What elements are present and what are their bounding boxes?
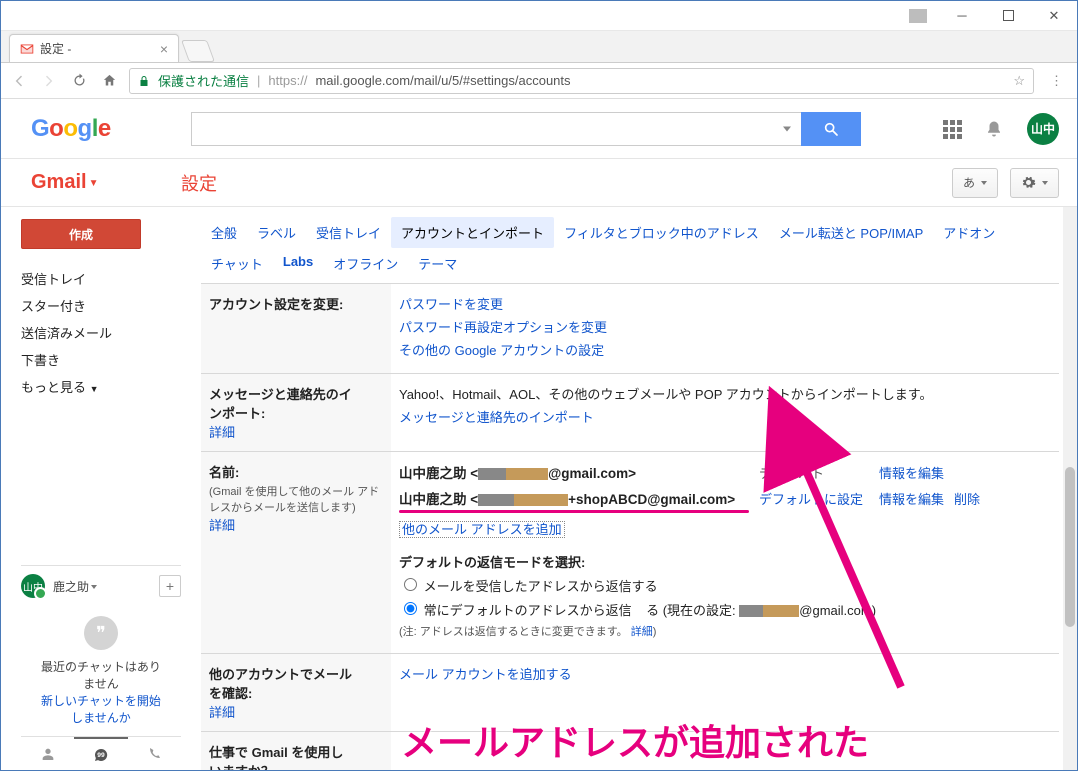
input-method-button[interactable]: あ — [952, 168, 998, 198]
window-close[interactable]: ✕ — [1031, 1, 1077, 30]
search-icon — [823, 121, 839, 137]
window-minimize[interactable]: ─ — [939, 1, 985, 30]
window-titlebar: ─ ✕ — [1, 1, 1077, 31]
hangouts-tab-contacts[interactable] — [21, 737, 74, 770]
settings-gear-button[interactable] — [1010, 168, 1059, 198]
hangouts-empty-text: 最近のチャットはありません — [25, 658, 177, 692]
google-logo[interactable]: Google — [31, 115, 111, 143]
sidebar-item-drafts[interactable]: 下書き — [21, 346, 181, 373]
link-set-default[interactable]: デフォルトに設定 — [759, 492, 863, 507]
gmail-logo[interactable]: Gmail▼ — [31, 171, 181, 194]
google-header: Google 山中 — [1, 99, 1077, 159]
gmail-icon — [20, 42, 34, 56]
address-bar[interactable]: 保護された通信 | https://mail.google.com/mail/u… — [129, 68, 1034, 94]
tab-themes[interactable]: テーマ — [408, 248, 467, 279]
link-sendas-details[interactable]: 詳細 — [209, 518, 235, 533]
compose-button[interactable]: 作成 — [21, 219, 141, 249]
link-edit-info-1[interactable]: 情報を編集 — [879, 466, 944, 481]
link-change-password[interactable]: パスワードを変更 — [399, 297, 503, 312]
reply-opt-received[interactable]: メールを受信したアドレスから返信する — [399, 579, 658, 594]
browser-menu-icon[interactable]: ⋮ — [1044, 73, 1069, 89]
browser-toolbar: 保護された通信 | https://mail.google.com/mail/u… — [1, 63, 1077, 99]
tab-close-icon[interactable]: × — [160, 42, 168, 56]
settings-content: 全般 ラベル 受信トレイ アカウントとインポート フィルタとブロック中のアドレス… — [191, 207, 1077, 770]
link-add-mail-account[interactable]: メール アカウントを追加する — [399, 667, 572, 682]
browser-tabstrip: 設定 - × — [1, 31, 1077, 63]
annotation-underline — [399, 510, 749, 513]
hangouts-new-button[interactable]: + — [159, 575, 181, 597]
hangouts-avatar[interactable]: 山中 — [21, 574, 45, 598]
lock-icon — [138, 75, 150, 87]
account-avatar[interactable]: 山中 — [1027, 113, 1059, 145]
link-import-messages[interactable]: メッセージと連絡先のインポート — [399, 410, 594, 425]
link-delete[interactable]: 削除 — [954, 492, 980, 507]
browser-tab-title: 設定 - — [40, 40, 154, 57]
hangouts-tab-chats[interactable]: 99 — [74, 737, 127, 770]
search-input[interactable] — [191, 112, 801, 146]
tab-filters[interactable]: フィルタとブロック中のアドレス — [554, 217, 769, 248]
section-check-label: 他のアカウントでメールを確認: 詳細 — [201, 654, 391, 732]
hangouts-tab-calls[interactable] — [128, 737, 181, 770]
scrollbar-thumb[interactable] — [1065, 467, 1075, 627]
hangouts-panel: 山中 鹿之助 + ❞ 最近のチャットはありません 新しいチャットを開始しませんか… — [21, 565, 181, 770]
tab-accounts[interactable]: アカウントとインポート — [391, 217, 554, 248]
link-import-details[interactable]: 詳細 — [209, 425, 235, 440]
gmail-bar: Gmail▼ 設定 あ — [1, 159, 1077, 207]
nav-home-button[interactable] — [99, 71, 119, 91]
reply-note: (注: アドレスは返信するときに変更できます。 詳細) — [399, 623, 1051, 639]
browser-tab-active[interactable]: 設定 - × — [9, 34, 179, 62]
section-import-label: メッセージと連絡先のインポート: 詳細 — [201, 374, 391, 452]
import-desc: Yahoo!、Hotmail、AOL、その他のウェブメールや POP アカウント… — [399, 384, 1051, 403]
link-check-details[interactable]: 詳細 — [209, 705, 235, 720]
tab-offline[interactable]: オフライン — [323, 248, 408, 279]
bookmark-star-icon[interactable]: ☆ — [1013, 73, 1025, 89]
sendas-row-2: 山中鹿之助 <+shopABCD@gmail.com> — [399, 488, 759, 508]
nav-reload-button[interactable] — [69, 71, 89, 91]
hangouts-quote-icon: ❞ — [84, 616, 118, 650]
tab-chat[interactable]: チャット — [201, 248, 273, 279]
sidebar-item-starred[interactable]: スター付き — [21, 292, 181, 319]
window-maximize[interactable] — [985, 1, 1031, 30]
nav-back-button[interactable] — [9, 71, 29, 91]
nav-forward-button[interactable] — [39, 71, 59, 91]
sidebar-item-sent[interactable]: 送信済みメール — [21, 319, 181, 346]
section-sendas-label: 名前: (Gmail を使用して他のメール アドレスからメールを送信します) 詳… — [201, 452, 391, 654]
tab-forwarding[interactable]: メール転送と POP/IMAP — [769, 217, 933, 248]
titlebar-accent — [909, 9, 927, 23]
apps-icon[interactable] — [943, 120, 961, 138]
hangouts-username[interactable]: 鹿之助 — [53, 578, 151, 595]
svg-text:99: 99 — [97, 752, 105, 759]
secure-label: 保護された通信 — [158, 71, 249, 90]
sendas-row-1: 山中鹿之助 <@gmail.com> — [399, 462, 759, 482]
sidebar-item-more[interactable]: もっと見る ▼ — [21, 373, 181, 400]
sidebar-item-inbox[interactable]: 受信トレイ — [21, 265, 181, 292]
new-tab-button[interactable] — [181, 40, 215, 62]
tab-general[interactable]: 全般 — [201, 217, 247, 248]
notifications-icon[interactable] — [983, 118, 1005, 140]
section-account-label: アカウント設定を変更: — [201, 284, 391, 374]
link-add-address[interactable]: 他のメール アドレスを追加 — [399, 521, 565, 538]
search-dropdown-icon[interactable] — [783, 126, 791, 131]
link-edit-info-2[interactable]: 情報を編集 — [879, 492, 944, 507]
gear-icon — [1021, 175, 1036, 190]
reply-mode-heading: デフォルトの返信モードを選択: — [399, 552, 1051, 571]
tab-inbox[interactable]: 受信トレイ — [306, 217, 391, 248]
tab-labs[interactable]: Labs — [273, 248, 323, 279]
reply-opt-default[interactable]: 常にデフォルトのアドレスから返信 る (現在の設定: @gmail.com) — [399, 603, 876, 618]
tab-labels[interactable]: ラベル — [247, 217, 306, 248]
page-title: 設定 — [181, 170, 217, 196]
hangouts-start-link[interactable]: 新しいチャットを開始しませんか — [41, 694, 161, 725]
section-work-label: 仕事で Gmail を使用しいますか？ — [201, 732, 391, 771]
sidebar: 作成 受信トレイ スター付き 送信済みメール 下書き もっと見る ▼ 山中 鹿之… — [1, 207, 191, 770]
search-button[interactable] — [801, 112, 861, 146]
link-reply-note-details[interactable]: 詳細 — [631, 626, 653, 638]
link-password-recovery[interactable]: パスワード再設定オプションを変更 — [399, 320, 607, 335]
tab-addons[interactable]: アドオン — [933, 217, 1005, 248]
settings-tabs: 全般 ラベル 受信トレイ アカウントとインポート フィルタとブロック中のアドレス… — [201, 217, 1059, 279]
sendas-default-label: デフォルト — [759, 463, 879, 482]
link-other-account-settings[interactable]: その他の Google アカウントの設定 — [399, 343, 604, 358]
